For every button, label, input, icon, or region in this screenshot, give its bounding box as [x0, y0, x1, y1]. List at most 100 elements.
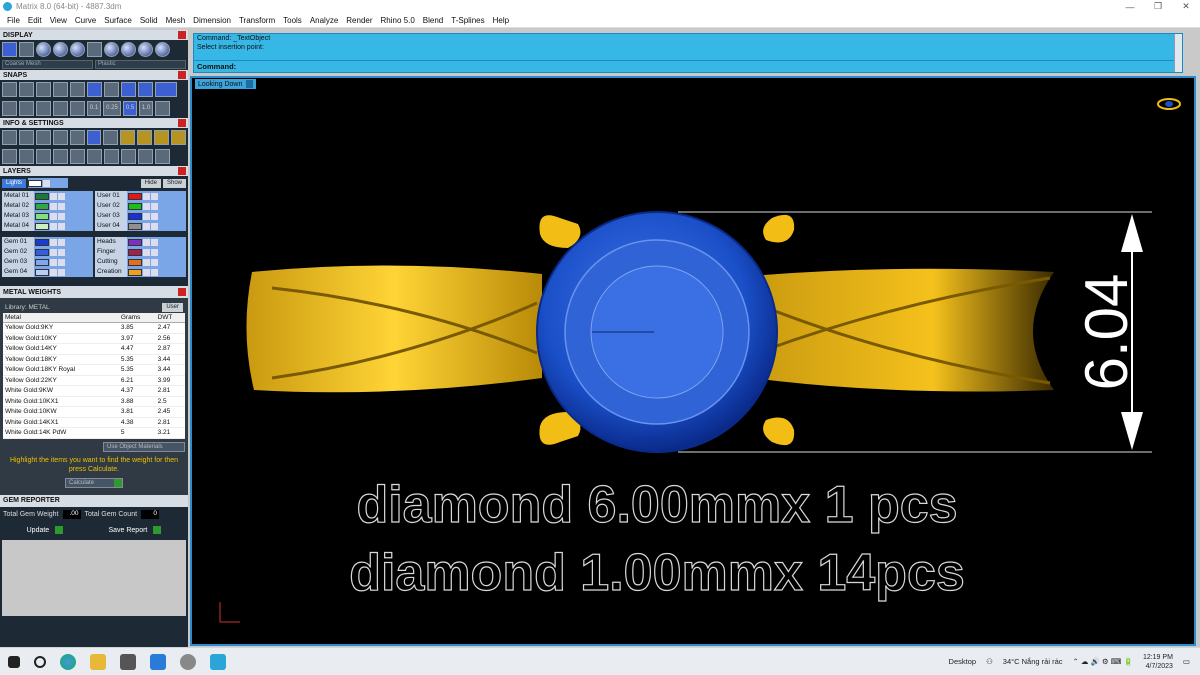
viewport[interactable]: 6.04 diamond 6.00mmx 1 pcs diamond 1.00m…: [190, 76, 1196, 646]
hide-button[interactable]: Hide: [140, 178, 161, 188]
view-label-button[interactable]: Looking Down: [195, 79, 257, 89]
snap-step-1.0[interactable]: 1.0: [139, 101, 153, 116]
snaps-section-header[interactable]: SNAPS: [0, 70, 188, 80]
project-snap-icon[interactable]: [155, 82, 177, 97]
layer-color-swatch[interactable]: [128, 248, 142, 256]
menu-render[interactable]: Render: [342, 16, 376, 25]
visibility-icon[interactable]: [151, 192, 158, 200]
visibility-icon[interactable]: [58, 222, 65, 230]
xray-sphere-icon[interactable]: [70, 42, 85, 57]
metal-weights-header[interactable]: METAL WEIGHTS: [0, 286, 188, 298]
rendered-sphere-icon[interactable]: [53, 42, 68, 57]
windows-start-icon[interactable]: [8, 655, 20, 668]
material-sphere-2-icon[interactable]: [121, 42, 136, 57]
notification-icon[interactable]: ▭: [1183, 657, 1190, 666]
quad-snap-icon[interactable]: [138, 82, 153, 97]
material-select[interactable]: Plastic: [95, 60, 186, 69]
layer-color-swatch[interactable]: [128, 258, 142, 266]
zoom-icon[interactable]: [18, 130, 34, 145]
table-row[interactable]: White Gold:14KX1 4.38 2.81: [3, 417, 185, 428]
menu-mesh[interactable]: Mesh: [162, 16, 190, 25]
layer-row[interactable]: Cutting: [95, 257, 186, 267]
visibility-icon[interactable]: [151, 258, 158, 266]
lock-icon[interactable]: [50, 248, 57, 256]
layer-row[interactable]: Metal 01: [2, 191, 93, 201]
search-icon[interactable]: [34, 655, 46, 668]
visibility-icon[interactable]: [58, 268, 65, 276]
properties-icon[interactable]: [52, 130, 68, 145]
lock-icon[interactable]: [50, 212, 57, 220]
layer-row[interactable]: Gem 04: [2, 267, 93, 277]
tan-snap-icon[interactable]: [121, 82, 136, 97]
layer-color-swatch[interactable]: [35, 192, 49, 200]
lock-icon[interactable]: [143, 258, 150, 266]
bug-icon[interactable]: [87, 149, 102, 164]
layer-row[interactable]: Gem 03: [2, 257, 93, 267]
column-header[interactable]: DWT: [155, 313, 185, 323]
close-icon[interactable]: [178, 288, 186, 296]
material-sphere-1-icon[interactable]: [104, 42, 119, 57]
lock-icon[interactable]: [43, 179, 51, 187]
lock-icon[interactable]: [143, 222, 150, 230]
help-icon[interactable]: [103, 130, 119, 145]
library-icon[interactable]: [137, 130, 153, 145]
minimize-button[interactable]: —: [1116, 2, 1144, 12]
lock-icon[interactable]: [143, 212, 150, 220]
layer-color-swatch[interactable]: [128, 212, 142, 220]
people-icon[interactable]: ⚇: [986, 657, 993, 666]
layer-row[interactable]: Finger: [95, 247, 186, 257]
column-header[interactable]: Metal: [3, 313, 119, 323]
menu-transform[interactable]: Transform: [235, 16, 279, 25]
center-snap-icon[interactable]: [70, 82, 85, 97]
visibility-icon[interactable]: [58, 202, 65, 210]
mail-icon[interactable]: [150, 653, 166, 670]
maximize-button[interactable]: ❐: [1144, 1, 1172, 12]
menu-help[interactable]: Help: [489, 16, 513, 25]
lights-color-swatch[interactable]: [28, 179, 43, 187]
store-icon[interactable]: [120, 653, 136, 670]
lock-icon[interactable]: [143, 268, 150, 276]
osnap-icon[interactable]: [53, 101, 68, 116]
planar-icon[interactable]: [36, 101, 51, 116]
ortho-icon[interactable]: [19, 101, 34, 116]
snap-grid-icon[interactable]: [155, 101, 170, 116]
command-scrollbar[interactable]: [1174, 34, 1182, 72]
menu-tools[interactable]: Tools: [279, 16, 306, 25]
calculate-button[interactable]: Calculate: [65, 477, 123, 488]
layer-color-swatch[interactable]: [128, 192, 142, 200]
visibility-icon[interactable]: [58, 248, 65, 256]
app-icon[interactable]: [180, 653, 196, 670]
viewport-layout-icon[interactable]: [2, 42, 17, 57]
table-row[interactable]: White Gold:14K PdW 5 3.21: [3, 427, 185, 439]
layer-row[interactable]: Creation: [95, 267, 186, 277]
table-row[interactable]: Yellow Gold:22KY 6.21 3.99: [3, 375, 185, 386]
lock-icon[interactable]: [143, 192, 150, 200]
desktop-toolbar[interactable]: Desktop: [949, 657, 977, 666]
grid-snap-icon[interactable]: [2, 101, 17, 116]
layer-row[interactable]: Heads: [95, 237, 186, 247]
update-button[interactable]: Update: [27, 525, 64, 534]
layer-row[interactable]: Gem 02: [2, 247, 93, 257]
lock-icon[interactable]: [143, 238, 150, 246]
lock-icon[interactable]: [50, 258, 57, 266]
menu-file[interactable]: File: [3, 16, 24, 25]
mid-snap-icon[interactable]: [53, 82, 68, 97]
perp-snap-icon[interactable]: [104, 82, 119, 97]
intersect-snap-icon[interactable]: [87, 82, 102, 97]
layer-color-swatch[interactable]: [35, 238, 49, 246]
column-header[interactable]: Grams: [118, 313, 156, 323]
close-button[interactable]: ✕: [1172, 1, 1200, 12]
layer-color-swatch[interactable]: [128, 222, 142, 230]
menu-surface[interactable]: Surface: [100, 16, 136, 25]
lock-icon[interactable]: [50, 268, 57, 276]
edge-browser-icon[interactable]: [60, 653, 76, 670]
command-input[interactable]: Command:: [194, 60, 1182, 72]
sun-icon[interactable]: [53, 149, 68, 164]
visibility-icon[interactable]: [151, 212, 158, 220]
layer-row[interactable]: Metal 02: [2, 201, 93, 211]
lock-icon[interactable]: [143, 248, 150, 256]
snap-step-0.25[interactable]: 0.25: [103, 101, 121, 116]
near-snap-icon[interactable]: [19, 82, 34, 97]
menu-edit[interactable]: Edit: [24, 16, 46, 25]
wireframe-icon[interactable]: [19, 42, 34, 57]
